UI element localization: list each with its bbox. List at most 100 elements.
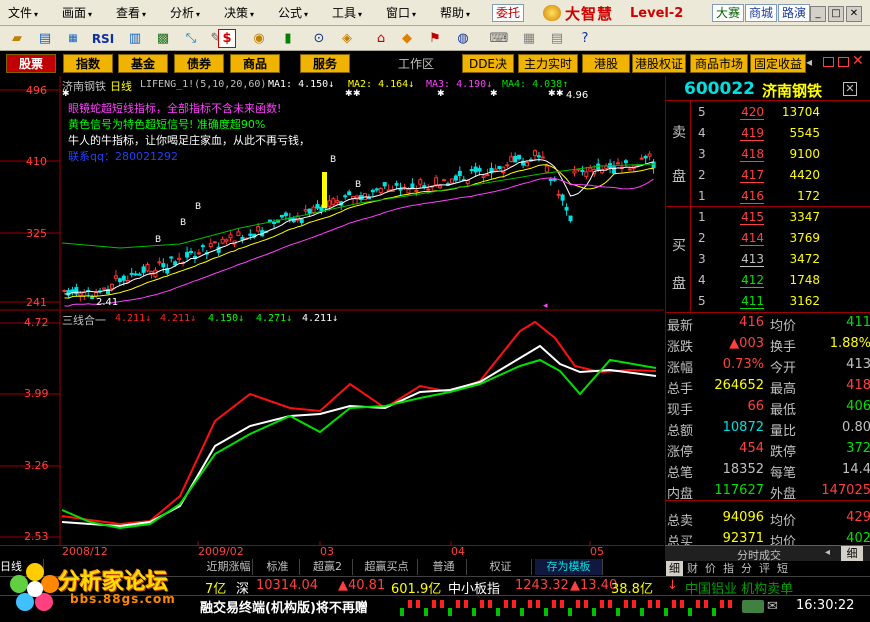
menu-item-0[interactable]: 文件 ▾ [8,5,38,21]
template-tab-6[interactable]: 权证 [470,559,532,575]
flag-icon[interactable]: ⚑ [424,29,446,48]
market-tab-1[interactable]: 主力实时号 [518,54,578,73]
keyboard-icon[interactable]: ⌨ [488,29,510,48]
open-folder-icon[interactable]: ▰ [6,29,28,48]
menu-item-4[interactable]: 决策 ▾ [224,5,254,21]
candle-body [532,150,537,156]
detail-button[interactable]: 细 [841,546,863,561]
market-tab-2[interactable]: 港股 [582,54,630,73]
quote-tab-4[interactable]: 分 [738,561,755,576]
entrust-button[interactable]: 委托 [492,4,525,22]
binoculars-icon[interactable]: ⊙ [308,29,330,48]
maximize-icon[interactable]: □ [828,6,844,22]
globe-icon[interactable]: ◍ [452,29,474,48]
roadshow-button[interactable]: 路演 [778,4,811,22]
ask-row[interactable]: 2 417 4420 [666,168,870,191]
stat-label: 量比 [770,424,797,439]
close-panel-icon[interactable]: ✕ [852,53,864,69]
ask-row[interactable]: 4 419 5545 [666,126,870,149]
ask-row[interactable]: 1 416 172 [666,189,870,212]
tab-1[interactable]: 指数 [63,54,113,73]
bars-icon[interactable]: ▮ [277,29,299,48]
chart-period[interactable]: 日线 [110,78,132,94]
bid-row[interactable]: 5 411 3162 [666,294,870,317]
minimize-icon[interactable]: _ [810,6,826,22]
info-icon[interactable]: ◈ [336,29,358,48]
glasses-icon[interactable]: ◉ [248,29,270,48]
menu-item-7[interactable]: 窗口 ▾ [386,5,416,21]
candle-body [177,257,182,261]
list-icon[interactable]: ▤ [546,29,568,48]
mall-button[interactable]: 商城 [745,4,778,22]
rsi-icon[interactable]: RSI [90,29,116,48]
menu-item-5[interactable]: 公式 ▾ [278,5,308,21]
quote-tab-0[interactable]: 细 [666,561,683,576]
menu-item-8[interactable]: 帮助 ▾ [440,5,470,21]
menu-item-1[interactable]: 画面 ▾ [62,5,92,21]
tab-scroll-icon[interactable]: ◂ [806,55,812,69]
chart-window-icon[interactable]: ▤ [34,29,56,48]
close-icon[interactable]: ✕ [846,6,862,22]
clock-time: 16:30:22 [796,598,855,613]
ma1-value: MA1: 4.150↓ [268,79,335,90]
bid-row[interactable]: 2 414 3769 [666,231,870,254]
tab-3[interactable]: 债券 [174,54,224,73]
template-tab-7[interactable]: 存为模板 [535,559,603,575]
tab-2[interactable]: 基金 [118,54,168,73]
stat-value: 94096 [722,510,764,525]
level: 5 [698,294,706,308]
ticker-message[interactable]: 融交易终端(机构版)将不再赠 [200,597,368,616]
ask-row[interactable]: 5 420 13704 [666,105,870,128]
tick-arrow-icon[interactable]: ◂ [825,547,830,558]
help-icon[interactable]: ? [574,29,596,48]
menu-item-2[interactable]: 查看 ▾ [116,5,146,21]
candle-body [90,296,95,300]
tab-4[interactable]: 商品 [230,54,280,73]
contest-button[interactable]: 大赛 [712,4,745,22]
quote-tab-5[interactable]: 评 [756,561,773,576]
diamond-icon[interactable]: ◆ [396,29,418,48]
template-tab-2[interactable]: 标准 [256,559,300,575]
tab-0[interactable]: 股票 [6,54,56,73]
quote-tab-2[interactable]: 价 [702,561,719,576]
quote-tab-6[interactable]: 短 [774,561,791,576]
sort-icon[interactable]: ▩ [152,29,174,48]
maximize-panel-icon[interactable] [838,57,849,67]
candle-body [556,193,561,196]
chevron-down-icon: ▾ [196,10,201,19]
template-tab-5[interactable]: 普通 [421,559,467,575]
template-tab-4[interactable]: 超赢买点 [356,559,418,575]
market-tab-0[interactable]: DDE决策 [462,54,514,73]
menu-item-label: 画面 [62,6,87,20]
kline-icon[interactable]: ▦ [62,29,84,48]
close-icon[interactable]: ✕ [843,82,857,96]
template-tab-1[interactable]: 近期涨幅 [205,559,253,575]
ask-row[interactable]: 3 418 9100 [666,147,870,170]
volume: 3472 [789,252,820,266]
stat-value: 418 [846,378,870,393]
bid-row[interactable]: 3 413 3472 [666,252,870,275]
market-tab-3[interactable]: 港股权证 [632,54,686,73]
kline-chart-area[interactable]: B B B B B ✱ ✱ ✱ ✱ ✱ ✱ ✱ ◂ 济南钢铁 日线 LIFENG_1!(5,10,20,… [0,76,664,546]
quote-panel: 600022 济南钢铁 ✕ 卖 盘 5 420 13704 4 419 5545 3 418 9… [665,76,870,550]
market-tab-4[interactable]: 商品市场 [690,54,748,73]
menu-item-6[interactable]: 工具 ▾ [332,5,362,21]
bid-row[interactable]: 4 412 1748 [666,273,870,296]
resize-icon[interactable]: ⤡ [180,29,202,48]
alert-icon[interactable]: ✉ [767,599,778,614]
dollar-icon[interactable]: $ [218,29,236,48]
tab-5[interactable]: 服务 [300,54,350,73]
quote-tab-1[interactable]: 财 [684,561,701,576]
bid-row[interactable]: 1 415 3347 [666,210,870,233]
report-icon[interactable]: ▥ [124,29,146,48]
time-label-3: 03 [320,545,334,558]
quote-tab-3[interactable]: 指 [720,561,737,576]
chevron-down-icon: ▾ [88,10,93,19]
menu-item-3[interactable]: 分析 ▾ [170,5,200,21]
market-tab-5[interactable]: 固定收益平 [750,54,806,73]
template-tab-3[interactable]: 超赢2 [303,559,353,575]
stat-value: 1.88% [829,336,870,351]
grid-icon[interactable]: ▦ [518,29,540,48]
restore-icon[interactable] [823,57,834,67]
house-icon[interactable]: ⌂ [370,29,392,48]
